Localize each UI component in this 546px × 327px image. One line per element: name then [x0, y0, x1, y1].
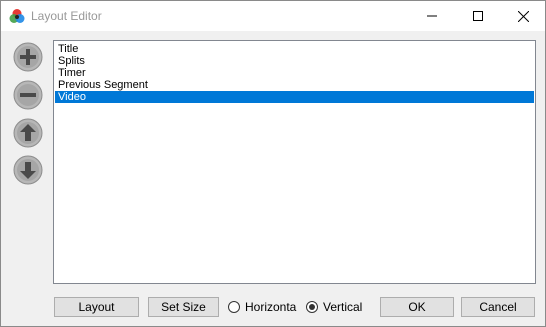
horizontal-radio-label: Horizonta [245, 300, 297, 314]
vertical-radio[interactable] [306, 301, 318, 313]
list-item-timer[interactable]: Timer [55, 67, 534, 79]
components-listbox[interactable]: Title Splits Timer Previous Segment Vide… [53, 40, 536, 284]
close-icon [517, 10, 529, 22]
ok-button[interactable]: OK [380, 297, 454, 317]
minus-icon [13, 80, 43, 110]
set-size-button[interactable]: Set Size [148, 297, 219, 317]
move-up-button[interactable] [13, 118, 43, 148]
minimize-button[interactable] [409, 1, 455, 31]
close-button[interactable] [500, 1, 545, 31]
radio-selected-dot [309, 304, 315, 310]
livesplit-logo-icon [9, 9, 25, 23]
horizontal-radio[interactable] [228, 301, 240, 313]
list-item-title[interactable]: Title [55, 43, 534, 55]
list-item-previous-segment[interactable]: Previous Segment [55, 79, 534, 91]
arrow-up-icon [13, 118, 43, 148]
vertical-radio-label: Vertical [323, 300, 363, 314]
horizontal-radio-option[interactable]: Horizonta [228, 297, 296, 317]
title-bar[interactable]: Layout Editor [1, 1, 545, 31]
plus-icon [13, 42, 43, 72]
cancel-button[interactable]: Cancel [461, 297, 535, 317]
move-down-button[interactable] [13, 155, 43, 185]
minimize-icon [427, 15, 437, 17]
list-item-video[interactable]: Video [55, 91, 534, 103]
list-item-splits[interactable]: Splits [55, 55, 534, 67]
add-component-button[interactable] [13, 42, 43, 72]
remove-component-button[interactable] [13, 80, 43, 110]
window-title: Layout Editor [31, 9, 102, 23]
layout-editor-window: Layout Editor Title Splits Timer Previou… [0, 0, 546, 327]
arrow-down-icon [13, 155, 43, 185]
vertical-radio-option[interactable]: Vertical [306, 297, 362, 317]
layout-button[interactable]: Layout [54, 297, 139, 317]
maximize-icon [473, 11, 483, 21]
maximize-button[interactable] [455, 1, 501, 31]
